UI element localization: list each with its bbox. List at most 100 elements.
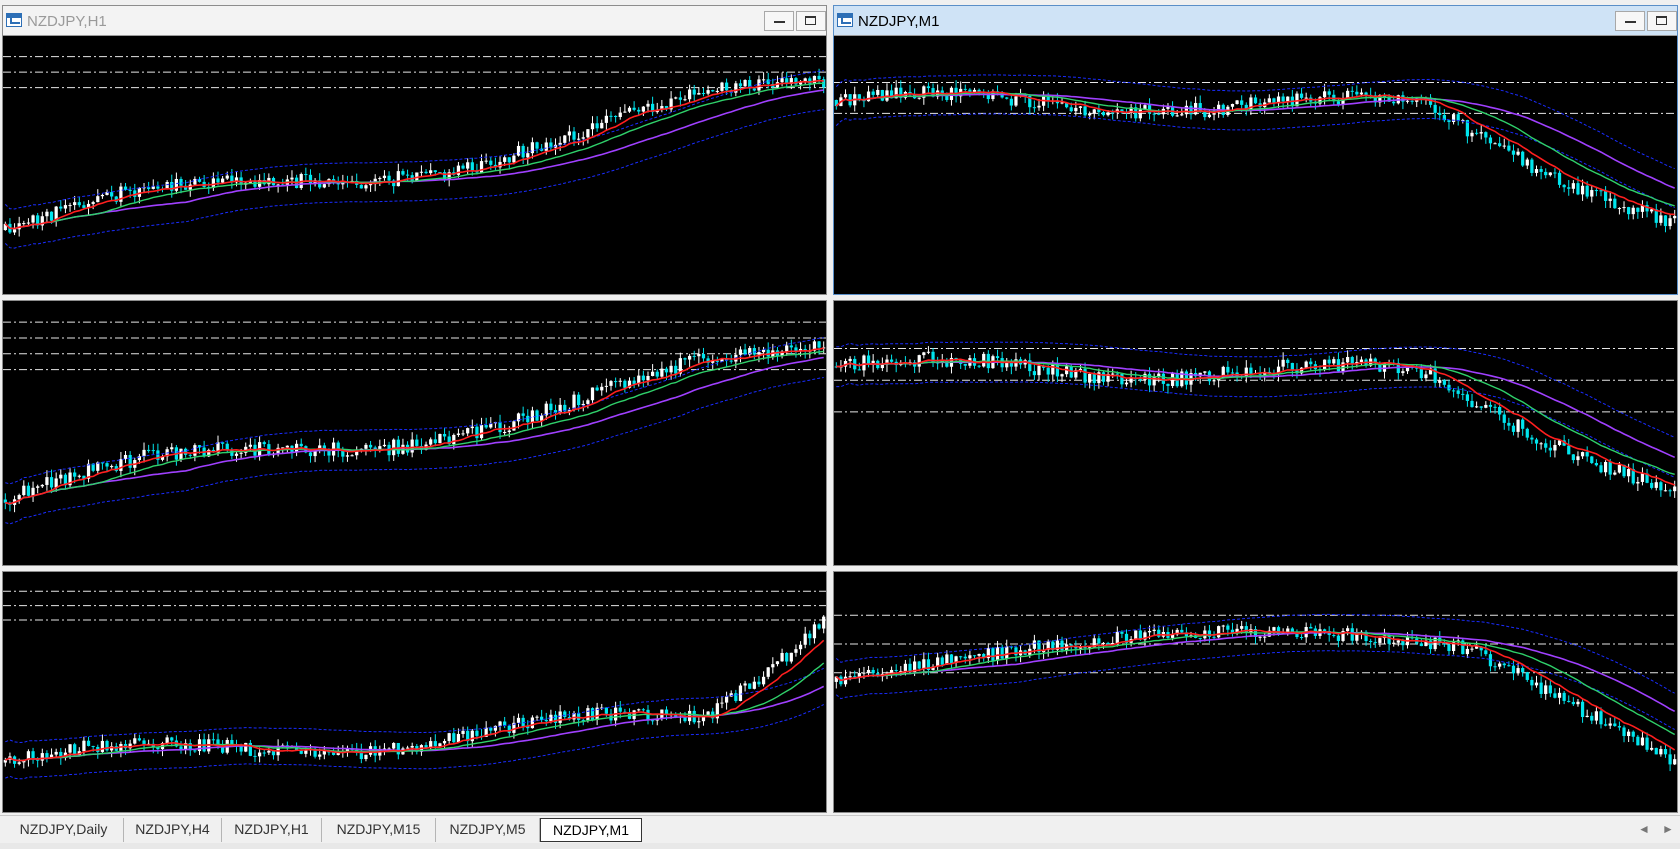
candle-body (1484, 132, 1488, 138)
chart-window-m1[interactable]: NZDJPY,M1 (833, 5, 1678, 295)
candle-body (1498, 663, 1502, 667)
tab-nzdjpy-m15[interactable]: NZDJPY,M15 (322, 818, 436, 842)
candle-body (604, 115, 608, 123)
candle-body (623, 380, 627, 388)
candle-body (687, 89, 692, 100)
candle-body (1580, 185, 1585, 195)
chart-window-titlebar[interactable]: NZDJPY,H1 (3, 6, 826, 36)
chart-window-bot-right[interactable] (833, 571, 1678, 813)
price-chart[interactable] (834, 301, 1677, 565)
minimize-button[interactable] (1615, 11, 1645, 31)
candle-body (1355, 634, 1359, 641)
candle-body (729, 360, 733, 362)
chart-window-h1[interactable]: NZDJPY,H1 (2, 5, 827, 295)
chart-window-mid-right[interactable] (833, 300, 1678, 566)
candle-body (512, 155, 516, 163)
tab-nzdjpy-h1[interactable]: NZDJPY,H1 (222, 818, 322, 842)
candle-body (516, 145, 521, 156)
candle-body (165, 737, 169, 744)
tab-nzdjpy-m5[interactable]: NZDJPY,M5 (436, 818, 540, 842)
candle-body (96, 196, 100, 203)
candle-body (1180, 629, 1184, 633)
candle-body (637, 109, 641, 112)
candle-body (77, 202, 81, 206)
price-chart[interactable] (834, 572, 1677, 812)
candle-body (857, 369, 861, 371)
candle-body (59, 206, 63, 209)
candle-body (1101, 372, 1106, 382)
chart-window-titlebar[interactable]: NZDJPY,M1 (834, 6, 1677, 36)
candle-body (600, 122, 604, 129)
candle-body (1659, 749, 1663, 755)
candle-body (479, 425, 484, 439)
candle-body (128, 189, 132, 191)
maximize-button[interactable] (796, 11, 826, 31)
candle-body (991, 648, 995, 661)
tab-nzdjpy-daily[interactable]: NZDJPY,Daily (4, 818, 124, 842)
candle-body (1479, 132, 1483, 134)
chart-window-bot-left[interactable] (2, 571, 827, 813)
tab-scroll-right-icon[interactable]: ► (1662, 822, 1674, 836)
candle-body (586, 708, 590, 721)
candle-body (1479, 406, 1483, 408)
candle-body (1203, 371, 1207, 373)
candle-body (917, 97, 921, 99)
candle-body (1539, 443, 1543, 445)
candle-body (614, 115, 618, 117)
price-chart[interactable] (834, 36, 1677, 294)
candle-body (452, 434, 456, 445)
candle-body (1493, 143, 1497, 145)
candle-body (848, 676, 852, 678)
candle-body (1571, 183, 1575, 189)
candle-body (234, 453, 239, 456)
candle-body (82, 740, 86, 752)
candle-body (86, 740, 91, 746)
chart-window-mid-left[interactable] (2, 300, 827, 566)
candle-body (1594, 463, 1598, 466)
candle-body (1309, 361, 1313, 365)
candle-body (396, 171, 400, 187)
maximize-button[interactable] (1647, 11, 1677, 31)
candle-body (1046, 367, 1050, 375)
candle-body (1673, 215, 1677, 219)
candle-body (133, 738, 137, 744)
candle-body (917, 661, 921, 669)
candle-body (461, 165, 465, 169)
candle-body (1198, 103, 1202, 112)
candle-body (1138, 379, 1142, 381)
candle-body (1359, 92, 1364, 95)
price-chart[interactable] (3, 572, 826, 812)
candle-body (299, 750, 303, 754)
candle-body (1101, 642, 1106, 644)
candle-body (590, 123, 595, 130)
candle-body (1654, 747, 1658, 755)
candle-body (1613, 472, 1617, 475)
candle-body (1659, 482, 1663, 491)
candle-body (40, 753, 44, 761)
candle-body (267, 750, 271, 753)
candle-body (1244, 626, 1248, 633)
price-chart[interactable] (3, 36, 826, 294)
candle-body (1461, 393, 1465, 395)
envelope-lower (4, 109, 824, 249)
candle-body (1286, 96, 1290, 102)
candle-body (1557, 172, 1562, 185)
candle-body (669, 365, 673, 373)
price-chart[interactable] (3, 301, 826, 565)
candle-body (1516, 668, 1520, 674)
candle-body (31, 751, 35, 759)
candle-body (429, 439, 433, 445)
candle-body (706, 90, 710, 94)
envelope-upper (4, 70, 824, 210)
candle-body (45, 753, 49, 758)
tab-scroll-left-icon[interactable]: ◄ (1638, 822, 1650, 836)
candle-body (100, 194, 105, 197)
candle-body (1115, 373, 1119, 375)
tab-nzdjpy-h4[interactable]: NZDJPY,H4 (124, 818, 222, 842)
minimize-button[interactable] (764, 11, 794, 31)
candle-body (59, 474, 63, 479)
chart-icon (837, 13, 853, 27)
candle-body (110, 466, 114, 468)
candle-body (1138, 109, 1142, 119)
tab-nzdjpy-m1[interactable]: NZDJPY,M1 (540, 818, 642, 842)
